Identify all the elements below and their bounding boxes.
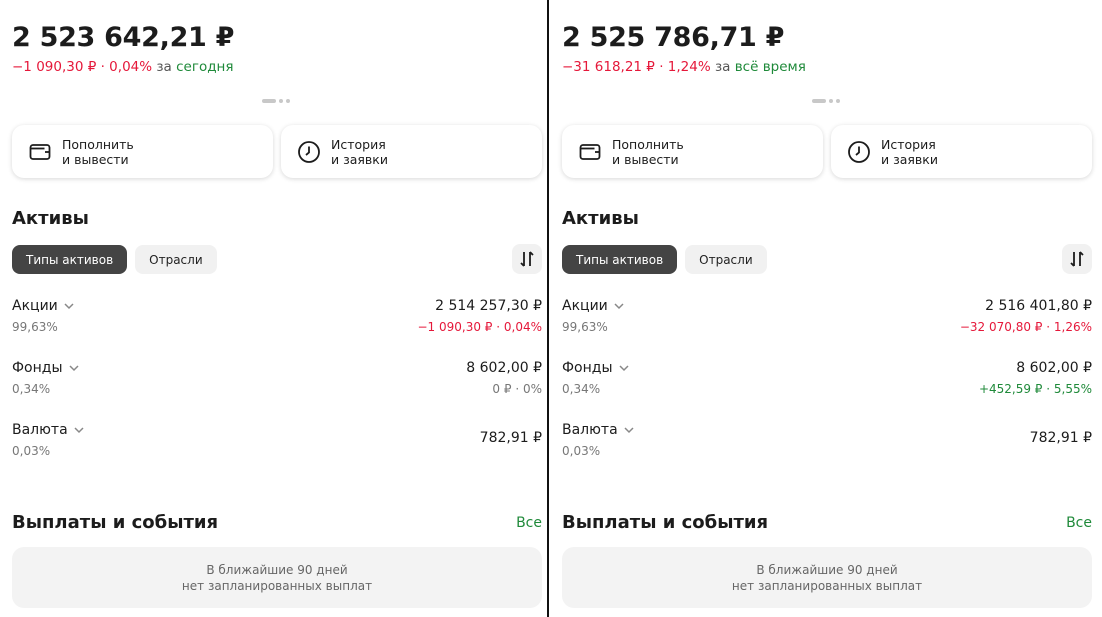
all-payouts-link[interactable]: Все — [516, 515, 542, 531]
page-indicator — [262, 99, 290, 103]
chevron-down-icon[interactable] — [68, 362, 80, 374]
asset-share: 99,63% — [12, 320, 58, 334]
assets-heading: Активы — [562, 208, 639, 229]
asset-share: 0,34% — [562, 382, 601, 396]
quick-actions: Пополнить и вывести История и заявки — [562, 125, 1092, 178]
portfolio-total: 2 525 786,71 ₽ — [562, 22, 785, 53]
portfolio-panel-today: 2 523 642,21 ₽ −1 090,30 ₽ · 0,04% за се… — [0, 0, 550, 617]
portfolio-panel-all-time: 2 525 786,71 ₽ −31 618,21 ₽ · 1,24% за в… — [550, 0, 1100, 617]
chevron-down-icon[interactable] — [623, 424, 635, 436]
period-selector[interactable]: всё время — [735, 59, 806, 75]
chevron-down-icon[interactable] — [618, 362, 630, 374]
asset-name-label: Фонды — [12, 360, 63, 376]
portfolio-change-line: −31 618,21 ₽ · 1,24% за всё время — [562, 59, 806, 75]
asset-delta: +452,59 ₽ · 5,55% — [978, 382, 1092, 396]
period-prefix: за — [156, 59, 172, 75]
history-orders-button[interactable]: История и заявки — [281, 125, 542, 178]
panel-divider — [547, 0, 549, 617]
asset-delta: 0 ₽ · 0% — [492, 382, 542, 396]
payouts-heading: Выплаты и события — [562, 512, 769, 533]
period-prefix: за — [714, 59, 731, 75]
asset-name: Фонды — [12, 360, 80, 376]
deposit-withdraw-label: Пополнить и вывести — [62, 136, 134, 167]
asset-name: Акции — [562, 298, 625, 314]
asset-share: 0,03% — [12, 444, 51, 458]
payouts-heading: Выплаты и события — [12, 512, 219, 533]
asset-value: 2 514 257,30 ₽ — [435, 298, 542, 314]
clock-icon — [847, 140, 871, 164]
sort-icon — [520, 251, 534, 267]
sort-button[interactable] — [512, 244, 542, 274]
wallet-icon — [28, 140, 52, 164]
asset-grouping-tabs: Типы активов Отрасли — [562, 245, 767, 274]
payouts-empty-state: В ближайшие 90 дней нет запланированных … — [12, 547, 542, 608]
page-indicator — [812, 99, 840, 103]
portfolio-change: −31 618,21 ₽ · 1,24% — [562, 59, 711, 75]
asset-name-label: Акции — [12, 298, 58, 314]
asset-name-label: Акции — [562, 298, 608, 314]
asset-name-label: Валюта — [562, 422, 618, 438]
portfolio-change-line: −1 090,30 ₽ · 0,04% за сегодня — [12, 59, 234, 75]
tab-industries[interactable]: Отрасли — [135, 245, 217, 274]
asset-name: Фонды — [562, 360, 630, 376]
history-orders-label: История и заявки — [331, 136, 388, 167]
asset-value: 782,91 ₽ — [1029, 430, 1092, 446]
payouts-empty-state: В ближайшие 90 дней нет запланированных … — [562, 547, 1092, 608]
asset-value: 8 602,00 ₽ — [1016, 360, 1092, 376]
asset-name: Валюта — [562, 422, 635, 438]
asset-value: 782,91 ₽ — [479, 430, 542, 446]
deposit-withdraw-button[interactable]: Пополнить и вывести — [562, 125, 823, 178]
assets-heading: Активы — [12, 208, 89, 229]
page-dot — [286, 99, 290, 103]
asset-row-stocks[interactable]: Акции 99,63% 2 516 401,80 ₽ −32 070,80 ₽… — [562, 298, 1092, 340]
asset-row-funds[interactable]: Фонды 0,34% 8 602,00 ₽ 0 ₽ · 0% — [12, 360, 542, 402]
sort-icon — [1070, 251, 1084, 267]
asset-name: Валюта — [12, 422, 85, 438]
page-dot — [829, 99, 833, 103]
tab-asset-types[interactable]: Типы активов — [562, 245, 678, 274]
all-payouts-link[interactable]: Все — [1066, 515, 1092, 531]
page-dot — [836, 99, 840, 103]
history-orders-button[interactable]: История и заявки — [831, 125, 1092, 178]
asset-grouping-tabs: Типы активов Отрасли — [12, 245, 217, 274]
asset-row-currency[interactable]: Валюта 0,03% 782,91 ₽ — [562, 422, 1092, 464]
tab-asset-types[interactable]: Типы активов — [12, 245, 128, 274]
asset-delta: −32 070,80 ₽ · 1,26% — [959, 320, 1092, 334]
asset-row-currency[interactable]: Валюта 0,03% 782,91 ₽ — [12, 422, 542, 464]
asset-delta: −1 090,30 ₽ · 0,04% — [417, 320, 542, 334]
asset-name: Акции — [12, 298, 75, 314]
asset-value: 8 602,00 ₽ — [466, 360, 542, 376]
chevron-down-icon[interactable] — [613, 300, 625, 312]
asset-row-stocks[interactable]: Акции 99,63% 2 514 257,30 ₽ −1 090,30 ₽ … — [12, 298, 542, 340]
asset-value: 2 516 401,80 ₽ — [985, 298, 1092, 314]
deposit-withdraw-button[interactable]: Пополнить и вывести — [12, 125, 273, 178]
asset-name-label: Валюта — [12, 422, 68, 438]
page-dot — [279, 99, 283, 103]
page-dot-active — [812, 99, 826, 103]
portfolio-total: 2 523 642,21 ₽ — [12, 22, 235, 53]
deposit-withdraw-label: Пополнить и вывести — [612, 136, 684, 167]
chevron-down-icon[interactable] — [73, 424, 85, 436]
page-dot-active — [262, 99, 276, 103]
clock-icon — [297, 140, 321, 164]
history-orders-label: История и заявки — [881, 136, 938, 167]
wallet-icon — [578, 140, 602, 164]
sort-button[interactable] — [1062, 244, 1092, 274]
period-selector[interactable]: сегодня — [176, 59, 233, 75]
asset-name-label: Фонды — [562, 360, 613, 376]
asset-share: 99,63% — [562, 320, 608, 334]
tab-industries[interactable]: Отрасли — [685, 245, 767, 274]
asset-share: 0,34% — [12, 382, 51, 396]
asset-share: 0,03% — [562, 444, 601, 458]
portfolio-change: −1 090,30 ₽ · 0,04% — [12, 59, 153, 75]
asset-row-funds[interactable]: Фонды 0,34% 8 602,00 ₽ +452,59 ₽ · 5,55% — [562, 360, 1092, 402]
chevron-down-icon[interactable] — [63, 300, 75, 312]
quick-actions: Пополнить и вывести История и заявки — [12, 125, 542, 178]
